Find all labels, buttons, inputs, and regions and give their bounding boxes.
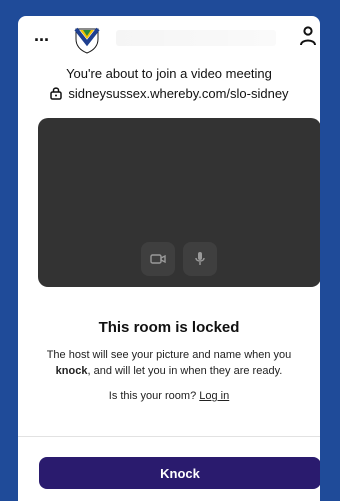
top-bar: ...	[18, 16, 320, 60]
camera-toggle-button[interactable]	[141, 242, 175, 276]
intro-title: You're about to join a video meeting	[66, 66, 272, 81]
knock-button[interactable]: Knock	[39, 457, 320, 489]
own-room-row: Is this your room? Log in	[18, 390, 320, 402]
divider	[18, 436, 320, 437]
menu-dots-label: ...	[34, 25, 50, 45]
join-meeting-card: ... You're about to join a video meeting…	[18, 16, 320, 501]
microphone-icon	[195, 252, 205, 265]
more-options-button[interactable]: ...	[34, 26, 50, 44]
crest-shield-icon	[74, 27, 100, 54]
user-icon[interactable]	[298, 25, 318, 47]
login-link[interactable]: Log in	[199, 390, 229, 402]
camera-icon	[150, 254, 166, 264]
locked-description: The host will see your picture and name …	[40, 347, 298, 379]
room-url: sidneysussex.whereby.com/slo-sidney	[68, 86, 289, 101]
locked-title: This room is locked	[98, 319, 240, 336]
room-url-row: sidneysussex.whereby.com/slo-sidney	[18, 86, 320, 101]
own-room-question: Is this your room?	[108, 390, 197, 402]
video-preview	[38, 118, 320, 287]
lock-icon	[50, 87, 63, 100]
microphone-toggle-button[interactable]	[183, 242, 217, 276]
locked-desc-part2: , and will let you in when they are read…	[87, 365, 283, 377]
brand-logo-faint	[116, 30, 276, 46]
locked-desc-bold: knock	[55, 365, 88, 377]
locked-desc-part1: The host will see your picture and name …	[46, 349, 292, 361]
